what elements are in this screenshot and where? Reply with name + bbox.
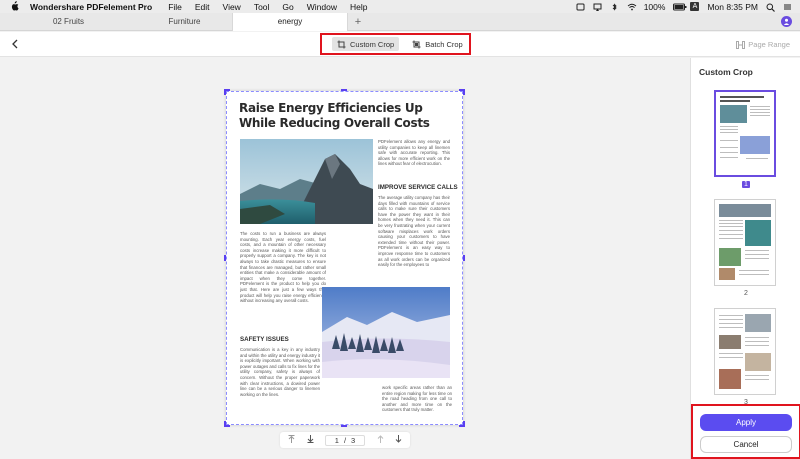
menu-bar: Wondershare PDFelement Pro File Edit Vie…: [0, 0, 800, 13]
first-page-icon[interactable]: [288, 435, 295, 445]
menu-go[interactable]: Go: [282, 2, 293, 12]
last-page-icon[interactable]: [307, 435, 314, 445]
crop-handle-right[interactable]: [463, 255, 465, 261]
page-thumbnail-2[interactable]: [714, 199, 776, 286]
current-page: 1: [334, 435, 339, 445]
page-number-field[interactable]: 1 / 3: [325, 434, 365, 446]
avatar[interactable]: [781, 16, 792, 27]
add-tab-button[interactable]: +: [348, 16, 368, 28]
total-pages: 3: [351, 435, 356, 445]
crop-handle-top[interactable]: [341, 89, 347, 91]
chevron-left-icon: [12, 39, 18, 49]
crop-actions: Apply Cancel: [691, 404, 800, 459]
bluetooth-icon[interactable]: [610, 2, 619, 11]
crop-handle-bottom[interactable]: [341, 425, 347, 427]
menu-help[interactable]: Help: [350, 2, 367, 12]
crop-selection-frame[interactable]: [226, 91, 463, 425]
user-icon: [783, 18, 790, 25]
batch-crop-button[interactable]: Batch Crop: [407, 37, 468, 51]
input-source-icon[interactable]: A: [690, 2, 700, 11]
tab-label: Furniture: [168, 17, 201, 26]
menu-view[interactable]: View: [223, 2, 241, 12]
document-workspace: Raise Energy Efficiencies Up While Reduc…: [0, 58, 690, 459]
crop-handle-bottom-left-v[interactable]: [224, 421, 226, 427]
app-name-menu[interactable]: Wondershare PDFelement Pro: [30, 2, 152, 12]
cancel-button[interactable]: Cancel: [700, 436, 792, 453]
batch-crop-label: Batch Crop: [425, 39, 463, 49]
control-center-icon[interactable]: [783, 3, 792, 11]
custom-crop-button[interactable]: Custom Crop: [332, 37, 400, 51]
battery-icon[interactable]: [673, 3, 687, 11]
page-range-button[interactable]: Page Range: [736, 40, 790, 49]
panel-title: Custom Crop: [699, 67, 753, 77]
page-navigator: 1 / 3: [280, 432, 410, 448]
crop-handle-top-right-v[interactable]: [463, 89, 465, 95]
page-thumbnail-3[interactable]: [714, 308, 776, 395]
crop-handle-bottom-right-v[interactable]: [463, 421, 465, 427]
menu-edit[interactable]: Edit: [195, 2, 210, 12]
tab-02-fruits[interactable]: 02 Fruits: [0, 13, 137, 31]
crop-handle-top-left-v[interactable]: [224, 89, 226, 95]
page-range-icon: [736, 40, 746, 49]
page-thumbnail-1[interactable]: [714, 90, 776, 177]
crop-toolbar: Custom Crop Batch Crop Page Range: [0, 32, 800, 57]
previous-page-icon[interactable]: [377, 435, 384, 445]
apply-button[interactable]: Apply: [700, 414, 792, 431]
crop-handle-left[interactable]: [224, 255, 226, 261]
clock[interactable]: Mon 8:35 PM: [707, 2, 758, 12]
battery-percent[interactable]: 100%: [644, 2, 666, 12]
page-range-label: Page Range: [748, 40, 790, 49]
thumbnail-number-2: 2: [744, 290, 748, 297]
back-button[interactable]: [8, 37, 22, 51]
tab-bar: 02 Fruits Furniture energy +: [0, 12, 800, 31]
screen-mirroring-icon[interactable]: [593, 3, 602, 11]
batch-crop-icon: [412, 40, 421, 48]
custom-crop-label: Custom Crop: [350, 39, 395, 49]
tab-label: 02 Fruits: [52, 17, 85, 26]
tab-furniture[interactable]: Furniture: [137, 12, 233, 31]
custom-crop-panel: Custom Crop 1 2 3 Apply Cancel: [690, 58, 800, 459]
crop-mode-group: Custom Crop Batch Crop: [320, 33, 471, 55]
page-separator: /: [343, 435, 347, 445]
crop-icon: [337, 40, 346, 48]
wifi-icon[interactable]: [627, 3, 637, 11]
apple-icon[interactable]: [10, 0, 20, 13]
menu-extra-icon[interactable]: [576, 3, 585, 11]
tab-energy[interactable]: energy: [233, 12, 348, 31]
tab-label: energy: [277, 17, 303, 26]
menu-window[interactable]: Window: [307, 2, 337, 12]
spotlight-icon[interactable]: [766, 3, 775, 12]
menu-tool[interactable]: Tool: [254, 2, 270, 12]
thumbnail-number-1: 1: [742, 181, 750, 188]
menu-file[interactable]: File: [168, 2, 182, 12]
next-page-icon[interactable]: [395, 435, 402, 445]
